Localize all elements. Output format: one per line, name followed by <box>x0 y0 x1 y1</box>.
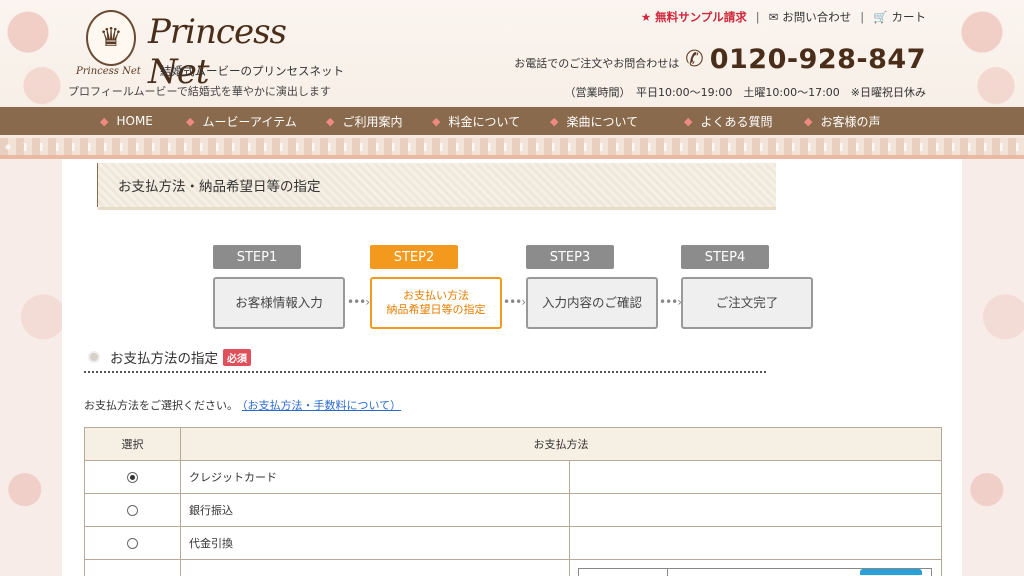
checkout-steps: STEP1 お客様情報入力 •••› STEP2 お支払い方法 納品希望日等の指定… <box>213 245 813 329</box>
phone-label: お電話でのご注文やお問合わせは <box>514 56 680 70</box>
nav-item-reviews[interactable]: ◆ お客様の声 <box>804 113 914 130</box>
table-header-row: 選択 お支払方法 <box>84 427 942 461</box>
step-label: ご注文完了 <box>681 277 813 329</box>
page-title: お支払方法・納品希望日等の指定 <box>97 163 776 210</box>
method-name: 代金引換 <box>180 526 570 560</box>
mail-icon: ✉ <box>768 10 779 24</box>
partial-blue-button[interactable] <box>860 569 922 575</box>
table-row[interactable]: クレジットカード <box>84 460 942 494</box>
nav-bullet-icon: ◆ <box>804 114 813 128</box>
radio-cash-on-delivery[interactable] <box>127 538 138 549</box>
step-tab: STEP1 <box>213 245 301 269</box>
payment-instruction: お支払方法をご選択ください。 （お支払方法・手数料について） <box>84 399 402 412</box>
nav-item-movie-items[interactable]: ◆ ムービーアイテム <box>186 113 326 130</box>
column-header-select: 選択 <box>84 427 181 461</box>
step-arrow-icon: •••› <box>659 295 682 309</box>
payment-fee-link[interactable]: （お支払方法・手数料について） <box>242 399 401 412</box>
logo-script-text: Princess Net <box>148 12 287 92</box>
step-tab: STEP4 <box>681 245 769 269</box>
nav-bullet-icon: ◆ <box>100 114 109 128</box>
step-label: お支払い方法 納品希望日等の指定 <box>370 277 502 329</box>
logo-small-text: Princess Net <box>76 66 141 77</box>
radio-credit-card[interactable] <box>127 472 138 483</box>
site-tagline: プロフィールムービーで結婚式を華やかに演出します <box>68 85 331 98</box>
nav-item-pricing[interactable]: ◆ 料金について <box>432 113 550 130</box>
section-bullet-icon <box>88 351 100 363</box>
header-flower-left <box>0 0 70 107</box>
step-arrow-icon: •••› <box>503 295 526 309</box>
top-links: ★ 無料サンプル請求 | ✉ お問い合わせ | 🛒 カート <box>640 9 926 25</box>
main-nav: ◆ HOME ◆ ムービーアイテム ◆ ご利用案内 ◆ 料金について ◆ 楽曲について ◆… <box>0 107 1024 135</box>
cart-link[interactable]: 🛒 カート <box>873 9 926 25</box>
step-arrow-icon: •••› <box>347 295 370 309</box>
phone-number[interactable]: 0120-928-847 <box>710 44 926 75</box>
star-icon: ★ <box>640 10 652 24</box>
header-flower-right <box>954 0 1024 107</box>
payment-section-title: お支払方法の指定 必須 <box>88 347 251 367</box>
site-header: ♛ Princess Net Princess Net 結婚式ムービーのプリンセ… <box>0 0 1024 107</box>
nav-bullet-icon: ◆ <box>432 114 441 128</box>
column-header-method: お支払方法 <box>180 427 942 461</box>
nav-item-home[interactable]: ◆ HOME <box>100 114 186 128</box>
table-row[interactable]: 代金引換 <box>84 526 942 560</box>
step-tab: STEP2 <box>370 245 458 269</box>
radio-bank-transfer[interactable] <box>127 505 138 516</box>
site-logo[interactable]: ♛ Princess Net Princess Net 結婚式ムービーのプリンセ… <box>76 6 356 92</box>
method-name: 銀行振込 <box>180 493 570 527</box>
nav-bullet-icon: ◆ <box>186 114 195 128</box>
nav-item-guide[interactable]: ◆ ご利用案内 <box>326 113 432 130</box>
free-sample-link[interactable]: ★ 無料サンプル請求 <box>641 9 747 25</box>
method-name: クレジットカード <box>180 460 570 494</box>
business-hours: （営業時間） 平日10:00～19:00 土曜10:00～17:00 ※日曜祝日… <box>564 86 926 99</box>
nav-item-faq[interactable]: ◆ よくある質問 <box>684 113 804 130</box>
lace-divider <box>0 135 1024 159</box>
cart-icon: 🛒 <box>873 10 888 24</box>
payment-method-table: 選択 お支払方法 クレジットカード 銀行振込 代金引換 <box>84 427 942 576</box>
nav-bullet-icon: ◆ <box>326 114 335 128</box>
step-label: お客様情報入力 <box>213 277 345 329</box>
nav-item-music[interactable]: ◆ 楽曲について <box>550 113 684 130</box>
dotted-divider <box>84 371 766 373</box>
step-label: 入力内容のご確認 <box>526 277 658 329</box>
nav-bullet-icon: ◆ <box>684 114 693 128</box>
crown-icon: ♛ <box>86 10 136 66</box>
phone-row: お電話でのご注文やお問合わせは ✆ 0120-928-847 <box>514 44 926 75</box>
logo-subtitle: 結婚式ムービーのプリンセスネット <box>160 64 344 78</box>
step-tab: STEP3 <box>526 245 614 269</box>
contact-link[interactable]: ✉ お問い合わせ <box>769 9 852 25</box>
phone-icon: ✆ <box>685 47 704 72</box>
main-content: お支払方法・納品希望日等の指定 STEP1 お客様情報入力 •••› STEP2… <box>62 159 962 576</box>
required-badge: 必須 <box>223 348 251 366</box>
nav-bullet-icon: ◆ <box>550 114 559 128</box>
table-row[interactable]: 銀行振込 <box>84 493 942 527</box>
